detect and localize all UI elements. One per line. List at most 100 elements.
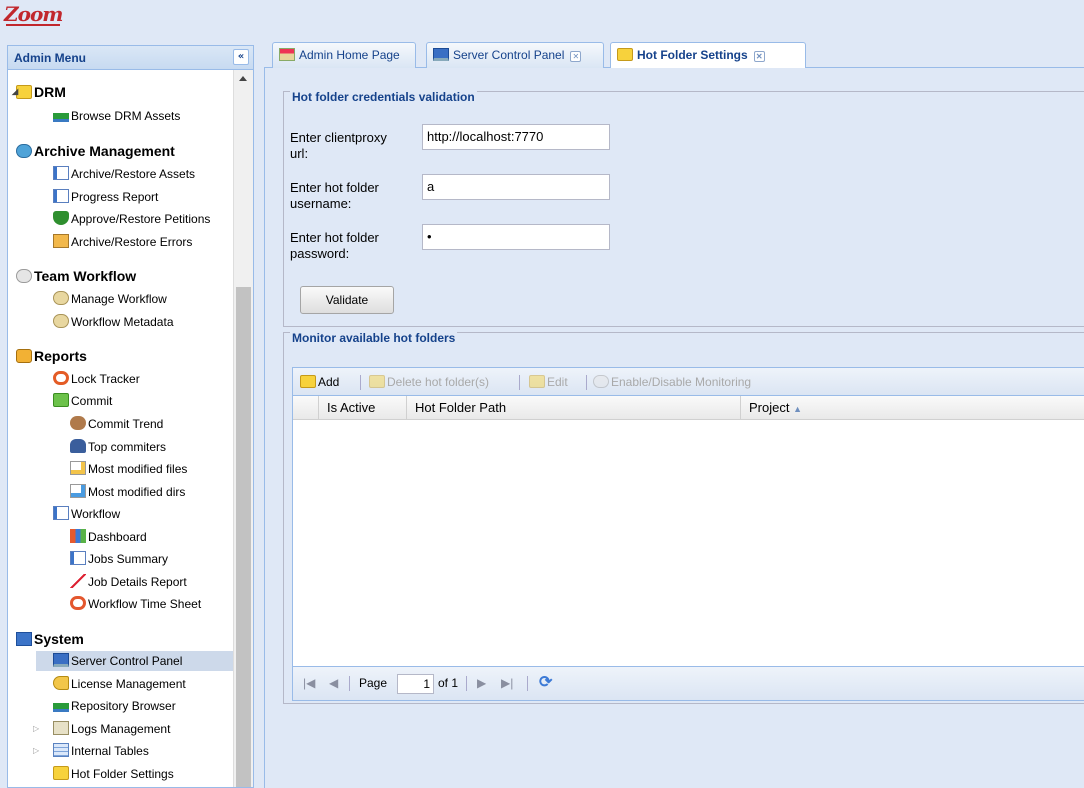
tree-item-jobs-summary[interactable]: Jobs Summary (70, 549, 168, 569)
tree-item-logs-management[interactable]: ▷ Logs Management (33, 719, 170, 739)
tab-hot-folder-settings[interactable]: Hot Folder Settings ✕ (610, 42, 806, 70)
top-bar: Zoom (0, 0, 1084, 40)
edit-folder-icon (529, 375, 545, 388)
row-select-header[interactable] (293, 396, 319, 420)
tree-category-team-workflow[interactable]: Team Workflow (16, 266, 136, 286)
tree-item-manage-workflow[interactable]: Manage Workflow (53, 289, 167, 309)
tree-category-system[interactable]: System (16, 629, 84, 649)
page-label: Page (359, 676, 388, 690)
toolbar-separator (586, 375, 587, 390)
pager-separator (527, 676, 528, 691)
admin-menu-header: Admin Menu « (8, 46, 253, 70)
last-page-icon[interactable]: ▶| (501, 667, 513, 699)
tree-category-drm[interactable]: ◢ DRM (12, 82, 66, 102)
page-number-input[interactable]: 1 (397, 674, 434, 694)
refresh-icon[interactable]: ⟳ (539, 667, 552, 699)
tab-server-control-panel[interactable]: Server Control Panel ✕ (426, 42, 604, 68)
tree-item-license-management[interactable]: License Management (53, 674, 186, 694)
validate-button[interactable]: Validate (300, 286, 394, 314)
system-icon (16, 632, 32, 646)
monitor-icon (53, 653, 69, 667)
tree-item-progress-report[interactable]: Progress Report (53, 187, 158, 207)
close-tab-icon[interactable]: ✕ (570, 51, 582, 62)
tree-item-archive-restore-assets[interactable]: Archive/Restore Assets (53, 164, 195, 184)
monitor-icon (433, 48, 449, 61)
tree-item-most-modified-dirs[interactable]: Most modified dirs (70, 482, 185, 502)
tree-item-server-control-panel[interactable]: Server Control Panel (36, 651, 234, 671)
tab-admin-home-page[interactable]: Admin Home Page (272, 42, 416, 68)
tree-item-dashboard[interactable]: Dashboard (70, 527, 147, 547)
first-page-icon[interactable]: |◀ (303, 667, 315, 699)
grid-pager: |◀ ◀ Page 1 of 1 ▶ ▶| ⟳ (293, 666, 1084, 700)
page-count-label: of 1 (438, 676, 459, 690)
column-header-hot-folder-path[interactable]: Hot Folder Path (407, 396, 741, 420)
bar-chart-icon (70, 529, 86, 543)
line-chart-icon (70, 574, 86, 588)
report-icon (16, 349, 32, 363)
enable-disable-monitoring-button[interactable]: Enable/Disable Monitoring (593, 368, 751, 396)
archive-icon (16, 144, 32, 158)
tree-item-lock-tracker[interactable]: Lock Tracker (53, 369, 140, 389)
next-page-icon[interactable]: ▶ (477, 667, 486, 699)
toolbar-separator (519, 375, 520, 390)
column-header-project[interactable]: Project ▲ (741, 396, 1081, 420)
scroll-up-icon[interactable] (239, 76, 247, 81)
table-icon (53, 743, 69, 757)
tree-item-approve-restore-petitions[interactable]: Approve/Restore Petitions (53, 209, 210, 229)
grid-header: Is Active Hot Folder Path Project ▲ (293, 396, 1084, 420)
tree-item-archive-restore-errors[interactable]: Archive/Restore Errors (53, 232, 192, 252)
toolbar-separator (360, 375, 361, 390)
tree-item-workflow-metadata[interactable]: Workflow Metadata (53, 312, 174, 332)
people-icon (70, 416, 86, 430)
add-button[interactable]: Add (300, 368, 339, 396)
network-icon (53, 698, 69, 712)
key-icon (53, 676, 69, 690)
credentials-legend: Hot folder credentials validation (290, 90, 477, 104)
tab-bar: Admin Home Page Server Control Panel ✕ Ho… (264, 40, 1084, 70)
edit-button[interactable]: Edit (529, 368, 568, 396)
tree-item-job-details-report[interactable]: Job Details Report (70, 572, 187, 592)
commit-icon (53, 393, 69, 407)
hot-folder-settings-content: Hot folder credentials validation Enter … (264, 68, 1084, 788)
tree-item-workflow-time-sheet[interactable]: Workflow Time Sheet (70, 594, 201, 614)
clock-icon (70, 596, 86, 610)
tree-item-top-commiters[interactable]: Top commiters (70, 437, 166, 457)
tree-item-most-modified-files[interactable]: Most modified files (70, 459, 187, 479)
password-label: Enter hot folder password: (290, 230, 379, 261)
password-input[interactable]: • (422, 224, 610, 250)
tree-category-archive-management[interactable]: Archive Management (16, 141, 175, 161)
gear-icon (53, 314, 69, 328)
tree-item-repository-browser[interactable]: Repository Browser (53, 696, 176, 716)
gears-icon (16, 269, 32, 283)
admin-menu-tree: ◢ DRM Browse DRM Assets Archive Managemen… (8, 70, 234, 787)
clientproxy-url-input[interactable]: http://localhost:7770 (422, 124, 610, 150)
tree-item-commit[interactable]: Commit (53, 391, 112, 411)
zoom-logo: Zoom (4, 2, 63, 26)
sidebar-scrollbar[interactable] (233, 70, 253, 787)
delete-hot-folders-button[interactable]: Delete hot folder(s) (369, 368, 489, 396)
credentials-fieldset: Hot folder credentials validation Enter … (283, 90, 1084, 327)
shield-icon (53, 211, 69, 225)
close-tab-icon[interactable]: ✕ (753, 51, 765, 62)
scrollbar-thumb[interactable] (236, 287, 251, 787)
logs-icon (53, 721, 69, 735)
file-icon (70, 461, 86, 475)
tree-item-internal-tables[interactable]: ▷ Internal Tables (33, 741, 149, 761)
sort-ascending-icon: ▲ (793, 404, 803, 414)
tree-category-reports[interactable]: Reports (16, 346, 87, 366)
previous-page-icon[interactable]: ◀ (329, 667, 338, 699)
warning-icon (53, 234, 69, 248)
dir-icon (70, 484, 86, 498)
add-folder-icon (300, 375, 316, 388)
tree-item-hot-folder-settings[interactable]: Hot Folder Settings (53, 764, 174, 784)
pager-separator (349, 676, 350, 691)
folder-icon (617, 48, 633, 61)
tree-item-workflow[interactable]: Workflow (53, 504, 120, 524)
tree-item-browse-drm-assets[interactable]: Browse DRM Assets (53, 106, 180, 126)
lock-icon (53, 371, 69, 385)
username-input[interactable]: a (422, 174, 610, 200)
folder-icon (16, 85, 32, 99)
column-header-is-active[interactable]: Is Active (319, 396, 407, 420)
collapse-sidebar-icon[interactable]: « (233, 49, 249, 65)
tree-item-commit-trend[interactable]: Commit Trend (70, 414, 163, 434)
